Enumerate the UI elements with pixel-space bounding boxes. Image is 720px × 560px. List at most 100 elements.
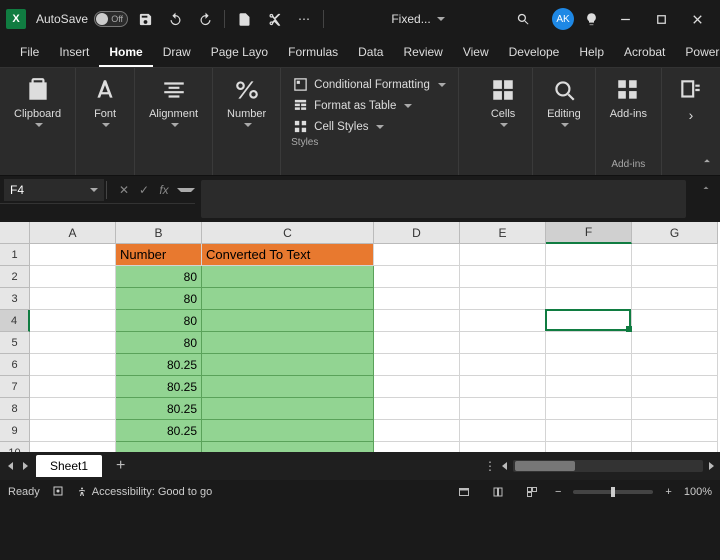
alignment-button[interactable]: Alignment: [145, 74, 202, 134]
editing-button[interactable]: Editing: [543, 74, 585, 134]
cell-D8[interactable]: [374, 398, 460, 420]
row-header-9[interactable]: 9: [0, 420, 30, 442]
row-header-4[interactable]: 4: [0, 310, 30, 332]
more-qat-icon[interactable]: ⋯: [291, 6, 317, 32]
cell-D1[interactable]: [374, 244, 460, 266]
cell-E8[interactable]: [460, 398, 546, 420]
cut-icon[interactable]: [261, 6, 287, 32]
cell-D3[interactable]: [374, 288, 460, 310]
cell-G7[interactable]: [632, 376, 718, 398]
qa-export-icon[interactable]: [231, 6, 257, 32]
document-title[interactable]: Fixed...: [391, 12, 430, 26]
enter-formula-icon[interactable]: ✓: [135, 183, 153, 197]
tab-file[interactable]: File: [10, 39, 49, 67]
normal-view-icon[interactable]: [453, 484, 475, 500]
cell-B8[interactable]: 80.25: [116, 398, 202, 420]
cell-F2[interactable]: [546, 266, 632, 288]
col-header-F[interactable]: F: [546, 222, 632, 244]
cell-F10[interactable]: [546, 442, 632, 452]
col-header-G[interactable]: G: [632, 222, 718, 244]
formula-bar[interactable]: [201, 180, 686, 218]
font-button[interactable]: Font: [86, 74, 124, 134]
cell-F6[interactable]: [546, 354, 632, 376]
cell-C5[interactable]: [202, 332, 374, 354]
cell-B4[interactable]: 80: [116, 310, 202, 332]
tab-draw[interactable]: Draw: [153, 39, 201, 67]
cell-G8[interactable]: [632, 398, 718, 420]
cell-B7[interactable]: 80.25: [116, 376, 202, 398]
cell-G2[interactable]: [632, 266, 718, 288]
cell-A2[interactable]: [30, 266, 116, 288]
col-header-E[interactable]: E: [460, 222, 546, 244]
accessibility-status[interactable]: Accessibility: Good to go: [76, 486, 212, 498]
col-header-D[interactable]: D: [374, 222, 460, 244]
col-header-C[interactable]: C: [202, 222, 374, 244]
chevron-down-icon[interactable]: [177, 188, 195, 196]
cell-styles-button[interactable]: Cell Styles: [291, 116, 448, 137]
maximize-button[interactable]: [644, 6, 678, 32]
cell-E7[interactable]: [460, 376, 546, 398]
row-header-6[interactable]: 6: [0, 354, 30, 376]
autosave-toggle[interactable]: Off: [94, 11, 128, 27]
cell-D5[interactable]: [374, 332, 460, 354]
cell-F5[interactable]: [546, 332, 632, 354]
cell-G1[interactable]: [632, 244, 718, 266]
cell-E4[interactable]: [460, 310, 546, 332]
autosave-control[interactable]: AutoSave Off: [36, 11, 128, 27]
col-header-A[interactable]: A: [30, 222, 116, 244]
cell-A3[interactable]: [30, 288, 116, 310]
row-header-10[interactable]: 10: [0, 442, 30, 452]
cell-C9[interactable]: [202, 420, 374, 442]
page-break-view-icon[interactable]: [521, 484, 543, 500]
cell-B3[interactable]: 80: [116, 288, 202, 310]
minimize-button[interactable]: [608, 6, 642, 32]
cell-D2[interactable]: [374, 266, 460, 288]
clipboard-button[interactable]: Clipboard: [10, 74, 65, 134]
redo-icon[interactable]: [192, 6, 218, 32]
cell-F8[interactable]: [546, 398, 632, 420]
cell-B2[interactable]: 80: [116, 266, 202, 288]
lightbulb-icon[interactable]: [578, 6, 604, 32]
scroll-right-icon[interactable]: [709, 462, 714, 470]
number-button[interactable]: Number: [223, 74, 270, 134]
row-header-2[interactable]: 2: [0, 266, 30, 288]
cell-E2[interactable]: [460, 266, 546, 288]
row-header-5[interactable]: 5: [0, 332, 30, 354]
row-headers[interactable]: 12345678910: [0, 244, 30, 452]
cell-E9[interactable]: [460, 420, 546, 442]
sheet-nav-prev[interactable]: [6, 459, 15, 473]
search-icon[interactable]: [510, 6, 536, 32]
sheet-nav-next[interactable]: [21, 459, 30, 473]
cell-C1[interactable]: Converted To Text: [202, 244, 374, 266]
cell-D6[interactable]: [374, 354, 460, 376]
ribbon-overflow-button[interactable]: ›: [672, 74, 710, 125]
undo-icon[interactable]: [162, 6, 188, 32]
tab-powerpiv[interactable]: Power Piv: [675, 39, 720, 67]
cell-D9[interactable]: [374, 420, 460, 442]
cell-C6[interactable]: [202, 354, 374, 376]
cell-B6[interactable]: 80.25: [116, 354, 202, 376]
cancel-formula-icon[interactable]: ✕: [115, 183, 133, 197]
expand-formula-bar-icon[interactable]: [692, 176, 720, 203]
cell-D10[interactable]: [374, 442, 460, 452]
macro-record-icon[interactable]: [52, 485, 64, 500]
cell-C8[interactable]: [202, 398, 374, 420]
scroll-left-icon[interactable]: [502, 462, 507, 470]
cell-B1[interactable]: Number: [116, 244, 202, 266]
fx-icon[interactable]: fx: [155, 183, 173, 197]
horizontal-scrollbar[interactable]: [513, 460, 703, 472]
cell-E1[interactable]: [460, 244, 546, 266]
sheet-options-icon[interactable]: ⋮: [484, 459, 496, 473]
cell-F3[interactable]: [546, 288, 632, 310]
cell-A10[interactable]: [30, 442, 116, 452]
chevron-down-icon[interactable]: [90, 188, 98, 196]
save-icon[interactable]: [132, 6, 158, 32]
collapse-ribbon-icon[interactable]: [700, 154, 714, 171]
tab-help[interactable]: Help: [569, 39, 614, 67]
sheet-tab-active[interactable]: Sheet1: [36, 455, 102, 477]
page-layout-view-icon[interactable]: [487, 484, 509, 500]
cell-C7[interactable]: [202, 376, 374, 398]
row-header-8[interactable]: 8: [0, 398, 30, 420]
add-sheet-button[interactable]: +: [108, 457, 133, 475]
cell-A1[interactable]: [30, 244, 116, 266]
